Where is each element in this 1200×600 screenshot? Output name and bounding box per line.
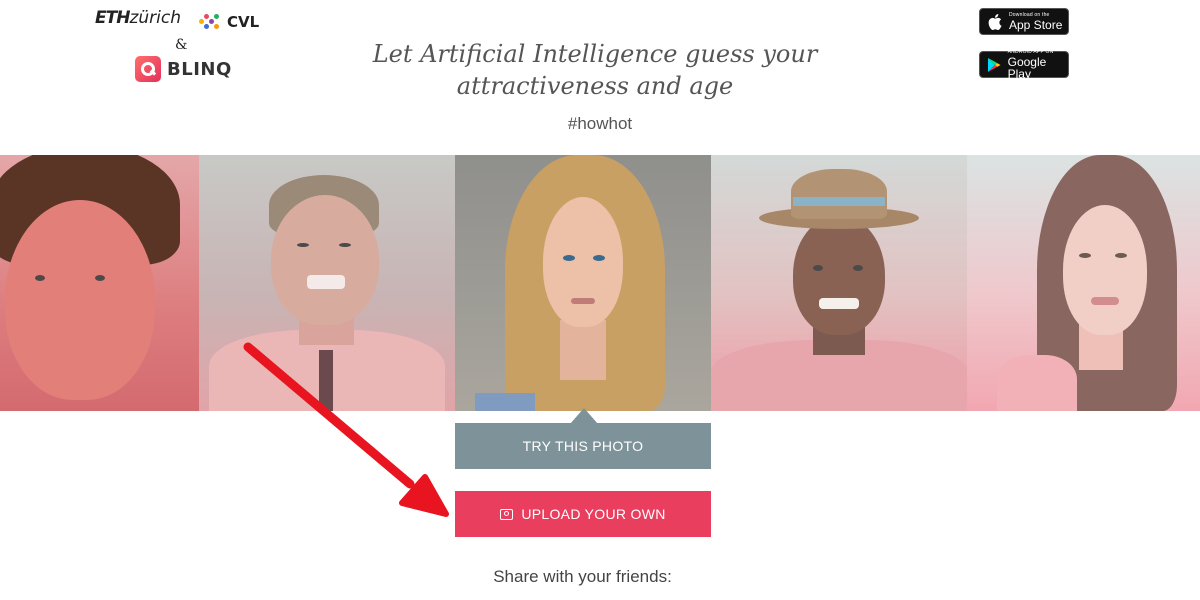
sample-photo-2[interactable] <box>199 155 455 411</box>
try-this-photo-button[interactable]: TRY THIS PHOTO <box>455 423 711 469</box>
eth-zurich-logo: ETHzürich <box>95 8 181 28</box>
app-store-small-text: Download on the <box>1009 11 1050 18</box>
sample-photo-4[interactable] <box>711 155 967 411</box>
hashtag: #howhot <box>567 114 633 133</box>
cvl-logo: CVL <box>199 12 259 32</box>
photo-strip <box>0 155 1200 411</box>
try-this-photo-label: TRY THIS PHOTO <box>522 438 644 454</box>
upload-your-own-button[interactable]: UPLOAD YOUR OWN <box>455 491 711 537</box>
photo-pointer <box>570 408 598 424</box>
smiling-woman-photo <box>1063 205 1147 335</box>
google-play-small-text: ANDROID APP ON <box>1007 48 1054 55</box>
app-store-big-text: App Store <box>1009 17 1063 32</box>
app-store-badge[interactable]: Download on the App Store <box>979 8 1069 35</box>
title-line-1: Let Artificial Intelligence guess your <box>372 40 818 68</box>
google-play-icon <box>986 56 1003 74</box>
camera-icon <box>500 508 514 520</box>
sample-photo-3[interactable] <box>455 155 711 411</box>
google-play-big-text: Google Play <box>1007 54 1047 81</box>
blinq-icon <box>135 56 161 82</box>
upload-your-own-label: UPLOAD YOUR OWN <box>521 506 666 522</box>
man-face-photo <box>5 200 155 400</box>
apple-icon <box>986 13 1004 31</box>
title-line-2: attractiveness and age <box>456 72 734 100</box>
grimacing-man-photo <box>271 195 379 325</box>
page-title: Let Artificial Intelligence guess your a… <box>300 38 890 102</box>
cvl-dots-icon <box>199 13 221 31</box>
blinq-logo: BLINQ <box>135 56 232 82</box>
ampersand: & <box>175 37 188 53</box>
blonde-woman-photo <box>543 197 623 327</box>
share-text: Share with your friends: <box>493 567 672 586</box>
sample-photo-5[interactable] <box>967 155 1200 411</box>
sample-photo-1[interactable] <box>0 155 199 411</box>
google-play-badge[interactable]: ANDROID APP ON Google Play <box>979 48 1069 81</box>
partner-logos: ETHzürich CVL & BLINQ <box>95 8 265 88</box>
man-with-hat-photo <box>793 215 885 335</box>
